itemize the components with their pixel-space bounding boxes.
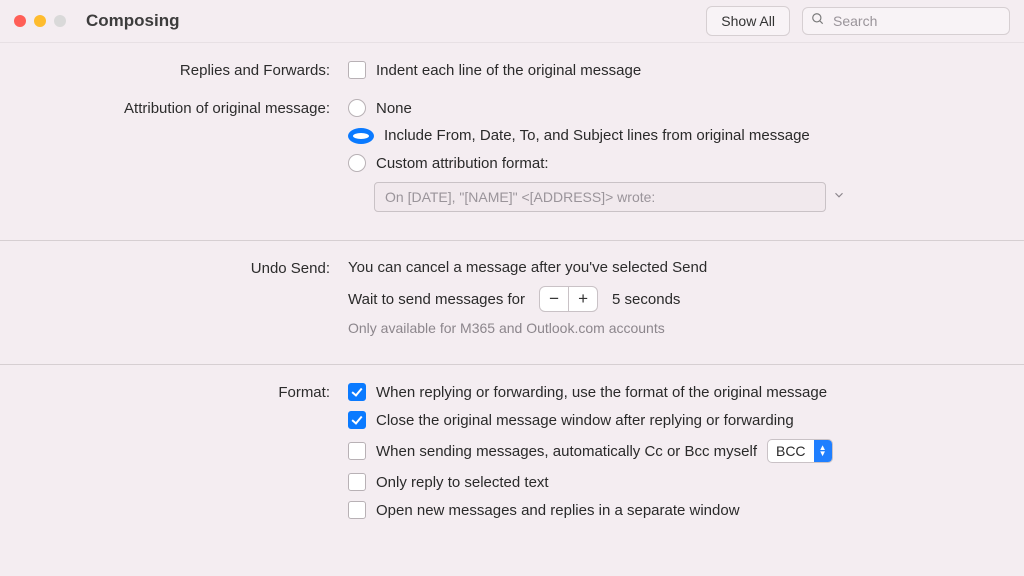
close-window-button[interactable] [14, 15, 26, 27]
format-only-selected-checkbox[interactable] [348, 473, 366, 491]
format-separate-window-label: Open new messages and replies in a separ… [376, 502, 740, 519]
select-arrows-icon: ▲▼ [814, 440, 832, 462]
zoom-window-button[interactable] [54, 15, 66, 27]
indent-checkbox[interactable] [348, 61, 366, 79]
stepper-plus-button[interactable]: + [569, 287, 597, 311]
chevron-down-icon[interactable] [826, 188, 846, 206]
format-auto-cc-checkbox[interactable] [348, 442, 366, 460]
show-all-button[interactable]: Show All [706, 6, 790, 36]
search-icon [811, 12, 831, 30]
format-auto-cc-label: When sending messages, automatically Cc … [376, 443, 757, 460]
custom-attribution-field[interactable]: On [DATE], "[NAME]" <[ADDRESS]> wrote: [374, 182, 826, 212]
undo-send-description: You can cancel a message after you've se… [348, 259, 1004, 276]
attribution-custom-row[interactable]: Custom attribution format: [348, 154, 1004, 172]
format-use-original-row[interactable]: When replying or forwarding, use the for… [348, 383, 1004, 401]
wait-prefix: Wait to send messages for [348, 291, 525, 308]
stepper-minus-button[interactable]: − [540, 287, 569, 311]
cc-bcc-value: BCC [768, 443, 814, 459]
format-only-selected-row[interactable]: Only reply to selected text [348, 473, 1004, 491]
attribution-none-label: None [376, 100, 412, 117]
format-close-original-checkbox[interactable] [348, 411, 366, 429]
attribution-none-row[interactable]: None [348, 99, 1004, 117]
attribution-custom-label: Custom attribution format: [376, 155, 549, 172]
attribution-none-radio[interactable] [348, 99, 366, 117]
attribution-include-label: Include From, Date, To, and Subject line… [384, 127, 810, 144]
wait-seconds-value: 5 seconds [612, 291, 680, 308]
attribution-label: Attribution of original message: [20, 99, 348, 117]
format-use-original-checkbox[interactable] [348, 383, 366, 401]
traffic-lights [14, 15, 66, 27]
search-field[interactable] [802, 7, 1010, 35]
format-close-original-label: Close the original message window after … [376, 412, 794, 429]
undo-send-label: Undo Send: [20, 259, 348, 277]
window-title: Composing [86, 11, 180, 31]
search-input[interactable] [831, 12, 1001, 30]
format-use-original-label: When replying or forwarding, use the for… [376, 384, 827, 401]
format-only-selected-label: Only reply to selected text [376, 474, 549, 491]
attribution-include-radio[interactable] [348, 128, 374, 144]
titlebar: Composing Show All [0, 0, 1024, 43]
indent-label: Indent each line of the original message [376, 62, 641, 79]
format-label: Format: [20, 383, 348, 401]
attribution-include-row[interactable]: Include From, Date, To, and Subject line… [348, 127, 1004, 144]
minimize-window-button[interactable] [34, 15, 46, 27]
wait-seconds-stepper[interactable]: − + [539, 286, 598, 312]
format-separate-window-row[interactable]: Open new messages and replies in a separ… [348, 501, 1004, 519]
cc-bcc-select[interactable]: BCC ▲▼ [767, 439, 833, 463]
replies-forwards-label: Replies and Forwards: [20, 61, 348, 79]
format-close-original-row[interactable]: Close the original message window after … [348, 411, 1004, 429]
format-auto-cc-row[interactable]: When sending messages, automatically Cc … [348, 439, 1004, 463]
undo-send-hint: Only available for M365 and Outlook.com … [348, 320, 1004, 336]
attribution-custom-radio[interactable] [348, 154, 366, 172]
format-separate-window-checkbox[interactable] [348, 501, 366, 519]
indent-checkbox-row[interactable]: Indent each line of the original message [348, 61, 1004, 79]
